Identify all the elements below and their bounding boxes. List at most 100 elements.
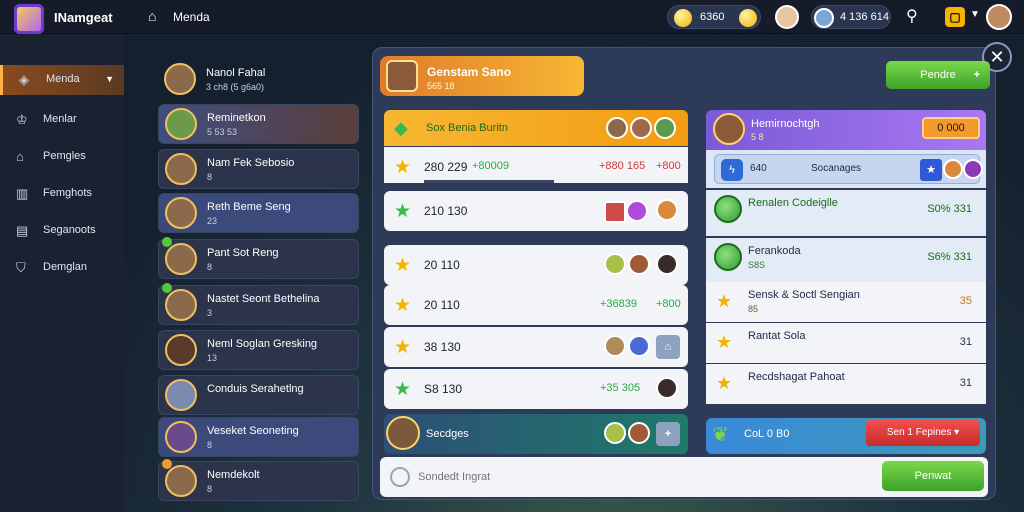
list-item[interactable]: ★ Rantat Sola 31 <box>706 323 986 363</box>
profile-level: 5 8 <box>751 132 764 142</box>
item-title: Rantat Sola <box>748 330 806 342</box>
sidebar-item-pemgles[interactable]: ⌂ Pemgles <box>0 142 124 172</box>
avatar <box>165 289 197 321</box>
table-row[interactable]: ★ S8 130 +35 305 <box>384 369 688 409</box>
friends-list: Nanol Fahal 3 ch8 (5 g6a0) Reminetkon 5 … <box>150 55 362 501</box>
friend-name: Nam Fek Sebosio <box>207 157 295 169</box>
avatar <box>604 422 626 444</box>
chevron-down-icon[interactable]: ▼ <box>970 9 980 20</box>
list-item[interactable]: Nastet Seont Bethelina 3 <box>158 283 359 325</box>
search-icon[interactable]: ⚲ <box>906 6 918 26</box>
avatar <box>943 159 963 179</box>
star-icon: ★ <box>394 337 412 358</box>
friend-name: Neml Soglan Gresking <box>207 338 318 350</box>
coin-value: 6360 <box>700 11 725 23</box>
add-icon[interactable]: ⌂ <box>656 335 680 359</box>
chevron-down-icon: ▼ <box>105 74 114 84</box>
chat-input[interactable] <box>418 467 858 487</box>
item-sub: 85 <box>748 304 759 314</box>
friend-name: Pant Sot Reng <box>207 247 279 259</box>
profile-card-header: Hemirnochtgh 5 8 0 000 <box>706 110 986 150</box>
button-label: Pendre <box>920 69 956 81</box>
score-delta: +800 <box>656 160 681 172</box>
list-item[interactable]: Renalen Codeiglle S0% 331 <box>706 190 986 236</box>
star-icon: ★ <box>394 201 412 222</box>
panel-header: Genstam Sano 565 18 <box>380 56 584 96</box>
title-highlight: Buritn <box>479 122 508 134</box>
red-action-button[interactable]: Sen 1 Fepines ▾ <box>866 420 980 446</box>
avatar <box>386 60 418 92</box>
list-item[interactable]: Conduis Serahetlng <box>158 375 359 415</box>
list-item[interactable]: Pant Sot Reng 8 <box>158 237 359 279</box>
avatar <box>164 63 196 95</box>
plus-icon: + <box>973 69 980 81</box>
friend-status: 3 <box>207 308 213 318</box>
list-item[interactable]: Nemdekolt 8 <box>158 459 359 501</box>
item-title: Renalen Codeiglle <box>748 197 838 209</box>
sidebar-item-label: Demglan <box>43 261 88 273</box>
emoji-icon[interactable] <box>390 467 410 487</box>
sidebar-item-label: Menda <box>46 73 80 85</box>
pendre-button[interactable]: Pendre + <box>886 61 990 89</box>
home-icon[interactable]: ⌂ <box>148 8 164 24</box>
friend-status: 3 ch8 (5 g6a0) <box>206 82 265 92</box>
list-item[interactable]: ★ Sensk & Soctl Sengian 85 35 <box>706 282 986 322</box>
friend-header[interactable]: Nanol Fahal 3 ch8 (5 g6a0) <box>158 60 359 100</box>
app-logo-icon[interactable] <box>14 4 44 34</box>
profile-stats-bar: ϟ 640 Socanages ★ <box>706 150 986 188</box>
sidebar-item-demglan[interactable]: ⛉ Demglan <box>0 253 124 283</box>
sidebar-item-seganoots[interactable]: ▤ Seganoots <box>0 216 124 246</box>
header-title: Genstam Sano <box>427 65 512 79</box>
friend-name: Veseket Seoneting <box>207 425 299 437</box>
leaderboard-title: Sox Benia Buritn <box>426 122 508 134</box>
list-item[interactable]: Ferankoda S8S S6% 331 <box>706 238 986 282</box>
friend-status: 5 53 53 <box>207 127 238 137</box>
list-item[interactable]: Reminetkon 5 53 53 <box>158 104 359 144</box>
coin-icon <box>674 9 692 27</box>
list-item[interactable]: Neml Soglan Gresking 13 <box>158 330 359 370</box>
list-item[interactable]: Reth Beme Seng 23 <box>158 193 359 233</box>
profile-avatar[interactable] <box>986 4 1012 30</box>
sidebar: ◈ Menda ▼ ♔ Menlar ⌂ Pemgles ▥ Femghots … <box>0 35 124 512</box>
star-icon: ★ <box>716 373 733 393</box>
send-button[interactable]: Penwat <box>882 461 984 491</box>
building-icon: ▥ <box>16 186 29 201</box>
star-icon: ★ <box>394 379 412 400</box>
list-item[interactable]: Nam Fek Sebosio 8 <box>158 149 359 189</box>
score: 20 110 <box>424 258 460 272</box>
sidebar-item-menda[interactable]: ◈ Menda ▼ <box>0 65 124 95</box>
star-icon[interactable]: ★ <box>920 159 942 181</box>
coin-add-icon[interactable] <box>739 9 757 27</box>
table-row[interactable]: ★ 20 110 +36839 +800 <box>384 285 688 325</box>
table-row[interactable]: ★ 210 130 <box>384 191 688 231</box>
table-row[interactable]: ★ 20 110 <box>384 245 688 285</box>
friend-status: 8 <box>207 262 213 272</box>
score: 280 229 <box>424 160 468 174</box>
profile-action-button[interactable]: 0 000 <box>922 117 980 139</box>
sidebar-item-menlar[interactable]: ♔ Menlar <box>0 105 124 135</box>
notification-icon[interactable]: ▢ <box>945 7 965 27</box>
table-row[interactable]: ★ 280 229 +80009 +880 165 +800 <box>384 147 688 183</box>
avatar <box>656 253 678 275</box>
score: 20 110 <box>424 298 460 312</box>
avatar <box>165 334 197 366</box>
section-footer[interactable]: Secdges + <box>384 414 688 454</box>
avatar <box>628 422 650 444</box>
sidebar-item-label: Seganoots <box>43 224 96 236</box>
crown-icon: ♔ <box>16 112 28 127</box>
avatar <box>165 379 197 411</box>
avatar <box>165 243 197 275</box>
sidebar-item-femghots[interactable]: ▥ Femghots <box>0 179 124 209</box>
list-item[interactable]: Veseket Seoneting 8 <box>158 417 359 457</box>
coin-balance[interactable]: 6360 <box>667 5 761 29</box>
add-icon[interactable]: + <box>656 422 680 446</box>
title-text: Sox Benia <box>426 122 477 134</box>
page-title: Menda <box>173 10 210 24</box>
friend-status: 13 <box>207 353 218 363</box>
player-avatar[interactable] <box>775 5 799 29</box>
friend-name: Conduis Serahetlng <box>207 383 304 395</box>
table-row[interactable]: ★ 38 130 ⌂ <box>384 327 688 367</box>
gem-balance[interactable]: 4 136 614 <box>811 5 891 29</box>
friend-name: Nanol Fahal <box>206 67 266 79</box>
list-item[interactable]: ★ Recdshagat Pahoat 31 <box>706 364 986 404</box>
